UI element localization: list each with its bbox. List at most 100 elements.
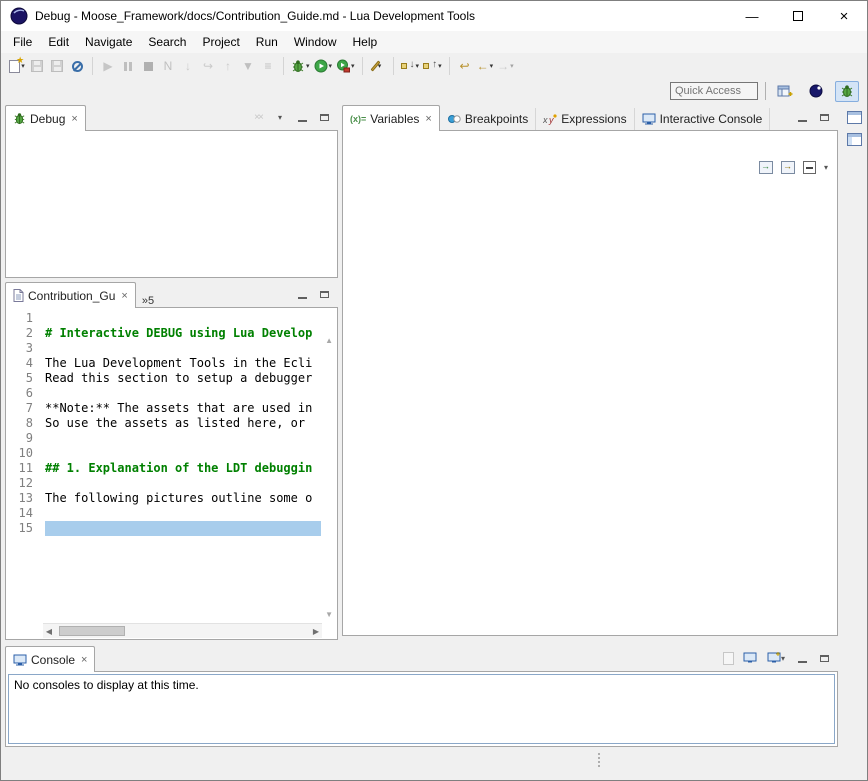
line-number[interactable]: 14 [7,506,37,521]
tab-variables[interactable]: (x)= Variables × [342,105,440,131]
drop-to-frame-button[interactable]: ▼ [238,55,258,77]
line-text[interactable] [45,341,321,356]
window-minimize-button[interactable]: — [729,1,775,31]
menu-navigate[interactable]: Navigate [77,32,140,52]
minimized-view-button[interactable] [844,129,864,149]
step-into-button[interactable]: ↓ [178,55,198,77]
show-type-names-icon[interactable] [759,161,773,174]
quick-access-input[interactable] [670,82,758,100]
close-tab-icon[interactable]: × [81,654,87,666]
line-text[interactable] [45,521,321,536]
tab-console[interactable]: Console × [5,646,95,672]
menu-search[interactable]: Search [140,32,194,52]
step-return-button[interactable]: ↑ [218,55,238,77]
terminate-button[interactable] [138,55,158,77]
resume-button[interactable]: ▶ [98,55,118,77]
previous-annotation-button[interactable]: ↑▾ [421,55,444,77]
line-text[interactable] [45,386,321,401]
line-number[interactable]: 4 [7,356,37,371]
line-number[interactable]: 2 [7,326,37,341]
debug-perspective-button[interactable] [835,81,859,102]
debug-button[interactable]: ▾ [289,55,312,77]
maximize-view-button[interactable] [317,110,331,124]
tab-interactive-console[interactable]: Interactive Console [635,108,771,130]
window-trim-handle[interactable] [595,753,603,775]
save-all-button[interactable] [47,55,67,77]
tab-breakpoints[interactable]: Breakpoints [440,108,536,130]
use-step-filters-button[interactable]: ≡ [258,55,278,77]
line-number[interactable]: 7 [7,401,37,416]
maximize-view-button[interactable] [317,287,331,301]
suspend-button[interactable] [118,55,138,77]
next-annotation-button[interactable]: ↓▾ [399,55,422,77]
tab-contribution-guide[interactable]: Contribution_Gu × [5,282,136,308]
menu-window[interactable]: Window [286,32,345,52]
line-text[interactable]: The Lua Development Tools in the Ecli [45,356,321,371]
open-perspective-button[interactable] [773,81,797,102]
close-tab-icon[interactable]: × [425,113,431,125]
menu-edit[interactable]: Edit [40,32,77,52]
close-tab-icon[interactable]: × [121,290,127,302]
maximize-view-button[interactable] [817,651,831,665]
menu-run[interactable]: Run [248,32,286,52]
external-tools-button[interactable]: ▾ [334,55,357,77]
close-tab-icon[interactable]: × [71,113,77,125]
line-text[interactable]: # Interactive DEBUG using Lua Develop [45,326,321,341]
line-text[interactable]: The following pictures outline some o [45,491,321,506]
disconnect-button[interactable]: N [158,55,178,77]
line-text[interactable] [45,311,321,326]
back-button[interactable]: ←▾ [475,55,496,77]
new-lua-script-button[interactable]: ▾ [368,55,388,77]
line-number[interactable]: 12 [7,476,37,491]
line-text[interactable] [45,431,321,446]
menu-file[interactable]: File [5,32,40,52]
line-text[interactable]: Read this section to setup a debugger [45,371,321,386]
tab-expressions[interactable]: xy Expressions [536,108,634,130]
show-logical-structure-icon[interactable] [781,161,795,174]
run-button[interactable]: ▾ [312,55,335,77]
view-menu-button[interactable]: ▾ [273,110,287,124]
line-text[interactable] [45,506,321,521]
line-number[interactable]: 10 [7,446,37,461]
line-number[interactable]: 13 [7,491,37,506]
skip-all-breakpoints-button[interactable] [67,55,87,77]
minimize-view-button[interactable] [295,110,309,124]
save-button[interactable] [27,55,47,77]
line-text[interactable] [45,476,321,491]
more-editors-indicator[interactable]: »5 [136,295,160,307]
maximize-view-button[interactable] [817,110,831,124]
new-wizard-button[interactable]: ★▾ [7,55,27,77]
editor-text-area[interactable]: 1 2# Interactive DEBUG using Lua Develop… [7,311,321,622]
open-console-button[interactable]: ▾ [765,651,787,665]
minimize-view-button[interactable] [795,651,809,665]
display-selected-console-button[interactable] [743,651,757,665]
line-number[interactable]: 11 [7,461,37,476]
scroll-left-icon[interactable]: ◀ [43,627,55,636]
minimize-view-button[interactable] [795,110,809,124]
line-number[interactable]: 3 [7,341,37,356]
menu-project[interactable]: Project [194,32,247,52]
scroll-down-icon[interactable]: ▼ [325,610,333,619]
line-number[interactable]: 15 [7,521,37,536]
step-over-button[interactable]: ↪ [198,55,218,77]
view-menu-icon[interactable]: ▾ [824,163,828,172]
last-edit-location-button[interactable]: ↩ [455,55,475,77]
line-text[interactable]: So use the assets as listed here, or [45,416,321,431]
line-number[interactable]: 5 [7,371,37,386]
collapse-all-icon[interactable] [803,161,816,174]
forward-button[interactable]: →▾ [495,55,516,77]
window-close-button[interactable]: × [821,1,867,31]
line-number[interactable]: 9 [7,431,37,446]
line-number[interactable]: 8 [7,416,37,431]
line-text[interactable]: **Note:** The assets that are used in [45,401,321,416]
tab-debug[interactable]: Debug × [5,105,86,131]
line-number[interactable]: 6 [7,386,37,401]
scroll-up-icon[interactable]: ▲ [325,336,333,345]
horizontal-scrollbar[interactable]: ◀ ▶ [43,623,322,638]
scrollbar-thumb[interactable] [59,626,125,636]
lua-perspective-button[interactable] [804,81,828,102]
line-text[interactable] [45,446,321,461]
restore-view-button[interactable] [844,107,864,127]
pin-console-button[interactable] [721,651,735,665]
menu-help[interactable]: Help [345,32,386,52]
